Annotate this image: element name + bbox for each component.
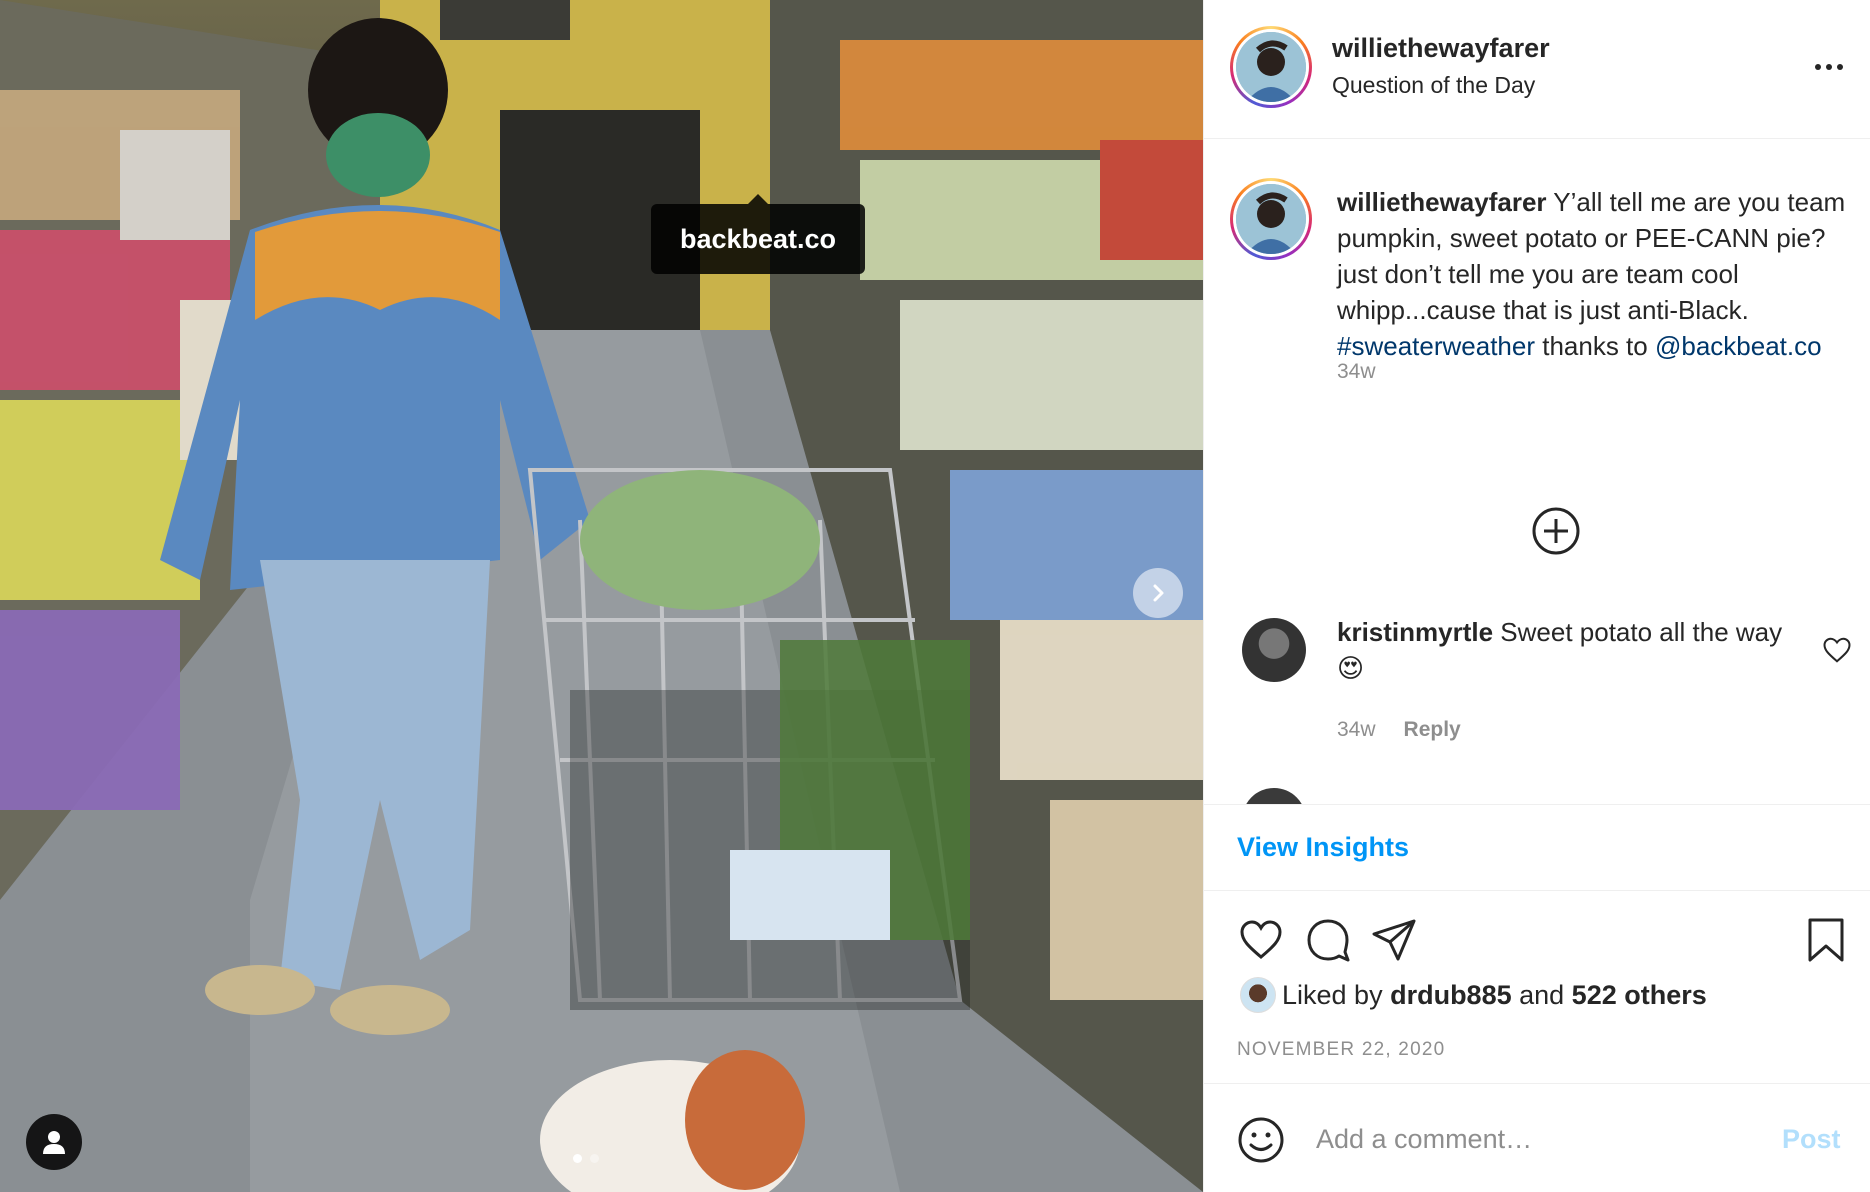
caption-author-avatar[interactable] bbox=[1230, 178, 1312, 260]
hashtag-link[interactable]: #sweaterweather bbox=[1337, 331, 1535, 361]
grocery-aisle-image bbox=[0, 0, 1203, 1192]
author-avatar-image bbox=[1236, 32, 1306, 102]
tagged-users-button[interactable] bbox=[26, 1114, 82, 1170]
liked-by-text: Liked by drdub885 and 522 others bbox=[1282, 980, 1707, 1010]
post-actions: Liked by drdub885 and 522 others NOVEMBE… bbox=[1204, 892, 1870, 1082]
author-avatar[interactable] bbox=[1230, 26, 1312, 108]
comment-bubble-icon[interactable] bbox=[1304, 916, 1352, 964]
caption-text: williethewayfarer Y’all tell me are you … bbox=[1337, 184, 1852, 364]
liker-avatar[interactable] bbox=[1240, 977, 1276, 1013]
carousel-indicator bbox=[573, 1154, 599, 1163]
product-tag-label: backbeat.co bbox=[679, 223, 837, 254]
insights-bar: View Insights bbox=[1204, 806, 1870, 891]
product-tag[interactable]: backbeat.co bbox=[651, 194, 865, 274]
carousel-dot bbox=[590, 1154, 599, 1163]
comment-input[interactable] bbox=[1316, 1114, 1756, 1164]
commenter-avatar[interactable] bbox=[1242, 618, 1306, 682]
heart-eyes-emoji: 😍 bbox=[1337, 653, 1365, 683]
caption-body-middle: thanks to bbox=[1535, 331, 1655, 361]
post-photo[interactable]: backbeat.co bbox=[0, 0, 1203, 1192]
comment-meta: 34w Reply bbox=[1337, 718, 1461, 742]
post-header: williethewayfarer Question of the Day bbox=[1204, 0, 1870, 139]
more-horizontal-icon bbox=[1815, 64, 1821, 70]
emoji-smiley-icon[interactable] bbox=[1237, 1116, 1285, 1164]
more-options-button[interactable] bbox=[1804, 52, 1854, 82]
commenter-username[interactable]: kristinmyrtle bbox=[1337, 617, 1493, 647]
caption-username[interactable]: williethewayfarer bbox=[1337, 187, 1547, 217]
next-commenter-avatar[interactable] bbox=[1242, 788, 1306, 804]
chevron-right-icon bbox=[1153, 584, 1164, 602]
comment-timestamp[interactable]: 34w bbox=[1337, 718, 1376, 742]
caption-timestamp[interactable]: 34w bbox=[1337, 360, 1376, 384]
liker-username[interactable]: drdub885 bbox=[1390, 980, 1512, 1010]
like-comment-heart-icon[interactable] bbox=[1822, 635, 1852, 665]
like-heart-icon[interactable] bbox=[1237, 916, 1285, 964]
post-date[interactable]: NOVEMBER 22, 2020 bbox=[1237, 1039, 1445, 1061]
plus-circle-icon[interactable] bbox=[1531, 506, 1581, 556]
next-photo-button[interactable] bbox=[1133, 568, 1183, 618]
reply-button[interactable]: Reply bbox=[1404, 718, 1461, 742]
mention-link[interactable]: @backbeat.co bbox=[1655, 331, 1822, 361]
view-insights-link[interactable]: View Insights bbox=[1237, 832, 1409, 863]
comments-section[interactable]: williethewayfarer Y’all tell me are you … bbox=[1204, 140, 1870, 805]
post-location[interactable]: Question of the Day bbox=[1332, 72, 1535, 99]
add-comment-bar: Post bbox=[1204, 1083, 1870, 1192]
comment-text: kristinmyrtle Sweet potato all the way 😍 bbox=[1337, 617, 1783, 683]
others-likes-link[interactable]: 522 others bbox=[1572, 980, 1707, 1010]
share-paper-plane-icon[interactable] bbox=[1370, 916, 1418, 964]
user-icon bbox=[43, 1131, 65, 1154]
author-username[interactable]: williethewayfarer bbox=[1332, 33, 1550, 64]
post-details-panel: williethewayfarer Question of the Day wi… bbox=[1203, 0, 1870, 1192]
post-comment-button[interactable]: Post bbox=[1782, 1124, 1841, 1155]
carousel-dot-active bbox=[573, 1154, 582, 1163]
save-bookmark-icon[interactable] bbox=[1802, 916, 1850, 964]
